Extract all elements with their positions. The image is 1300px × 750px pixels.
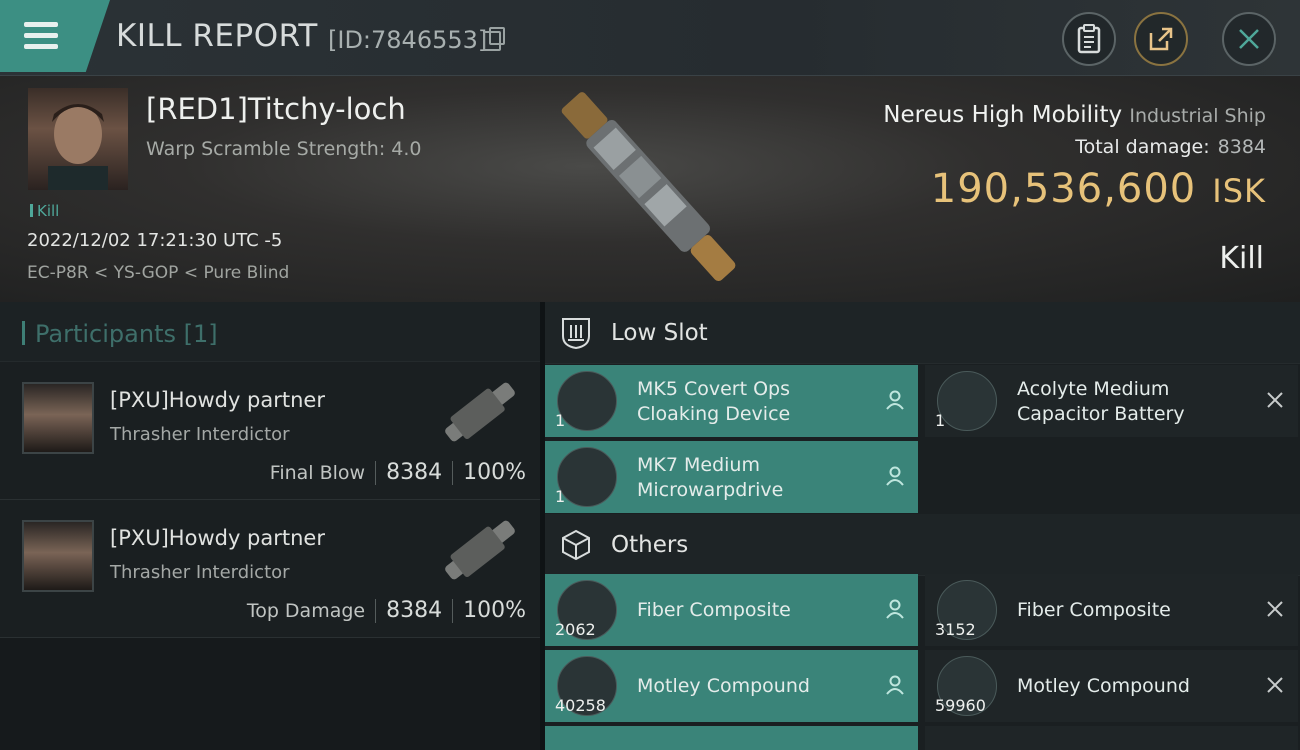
participants-count: [1]	[183, 320, 218, 348]
capacitor-battery-icon	[937, 371, 997, 431]
participant-percent: 100%	[463, 460, 526, 485]
clipboard-icon	[1077, 24, 1101, 54]
item-name: MK7 Medium Microwarpdrive	[637, 454, 784, 501]
clipboard-button[interactable]	[1062, 12, 1116, 66]
participant-role: Final Blow	[269, 461, 366, 484]
dropped-person-icon	[886, 675, 904, 695]
item-quantity: 1	[555, 411, 566, 430]
cargo-item[interactable]: 40258 Motley Compound	[545, 650, 918, 722]
participant-row[interactable]: [PXU]Howdy partner Thrasher Interdictor …	[0, 500, 540, 638]
share-icon	[1149, 27, 1173, 51]
page-title: KILL REPORT	[116, 18, 318, 54]
item-quantity: 2062	[555, 620, 596, 639]
victim-summary: [RED1]Titchy-loch Warp Scramble Strength…	[0, 76, 1300, 302]
participant-avatar[interactable]	[22, 382, 94, 454]
isk-amount: 190,536,600	[930, 166, 1197, 212]
participant-stats: Final Blow 8384 100%	[270, 460, 526, 485]
warp-scramble-strength: Warp Scramble Strength: 4.0	[146, 138, 422, 160]
participant-ship: Thrasher Interdictor	[110, 424, 290, 445]
participants-header: Participants [1]	[0, 302, 540, 362]
dropped-person-icon	[886, 390, 904, 410]
dropped-person-icon	[886, 599, 904, 619]
kill-location[interactable]: EC-P8R < YS-GOP < Pure Blind	[27, 263, 289, 283]
item-quantity: 1	[555, 487, 566, 506]
kill-tag: Kill	[30, 202, 59, 220]
destroyed-x-icon	[1267, 392, 1283, 408]
victim-avatar[interactable]	[28, 88, 128, 190]
microwarpdrive-icon	[557, 447, 617, 507]
participant-name: [PXU]Howdy partner	[110, 388, 325, 412]
cargo-item-partial[interactable]	[545, 726, 918, 750]
participant-ship-image	[445, 382, 515, 442]
kill-tag-label: Kill	[37, 202, 60, 220]
result-label: Kill	[1219, 241, 1264, 276]
ship-class: Industrial Ship	[1129, 105, 1266, 127]
item-quantity: 3152	[935, 620, 976, 639]
item-name: Fiber Composite	[1017, 599, 1171, 621]
cargo-item[interactable]: 59960 Motley Compound	[925, 650, 1298, 722]
destroyed-x-icon	[1267, 677, 1283, 693]
menu-button[interactable]	[0, 0, 110, 72]
others-header: Others	[545, 514, 1300, 576]
participant-stats: Top Damage 8384 100%	[247, 598, 526, 623]
module-item[interactable]: 1 Acolyte Medium Capacitor Battery	[925, 365, 1298, 437]
participants-panel: Participants [1] [PXU]Howdy partner Thra…	[0, 302, 540, 750]
cargo-item-partial[interactable]	[925, 726, 1298, 750]
participant-role: Top Damage	[246, 599, 366, 622]
module-item[interactable]: 1 MK7 Medium Microwarpdrive	[545, 441, 918, 513]
participant-avatar[interactable]	[22, 520, 94, 592]
share-button[interactable]	[1134, 12, 1188, 66]
ship-name-label: Nereus High Mobility	[883, 102, 1123, 128]
others-title: Others	[611, 532, 689, 558]
victim-ship-image	[561, 92, 736, 282]
item-name: MK5 Covert Ops Cloaking Device	[637, 378, 791, 425]
cube-icon	[562, 529, 590, 561]
participant-percent: 100%	[463, 598, 526, 623]
victim-name[interactable]: [RED1]Titchy-loch	[146, 92, 406, 126]
participants-title: Participants	[35, 320, 176, 348]
dropped-person-icon	[886, 466, 904, 486]
participant-name: [PXU]Howdy partner	[110, 526, 325, 550]
item-quantity: 40258	[555, 696, 606, 715]
low-slot-icon	[562, 318, 590, 350]
close-button[interactable]	[1222, 12, 1276, 66]
total-damage-value: 8384	[1217, 136, 1266, 158]
cloaking-device-icon	[557, 371, 617, 431]
participant-ship: Thrasher Interdictor	[110, 562, 290, 583]
item-quantity: 1	[935, 411, 946, 430]
item-quantity: 59960	[935, 696, 986, 715]
item-name: Motley Compound	[1017, 675, 1190, 697]
isk-value: 190,536,600 ISK	[931, 166, 1266, 212]
low-slot-header: Low Slot	[545, 302, 1300, 364]
isk-unit: ISK	[1212, 172, 1266, 210]
header-bar: KILL REPORT [ID:7846553]	[0, 0, 1300, 76]
item-name: Acolyte Medium Capacitor Battery	[1017, 378, 1185, 425]
total-damage-label: Total damage:	[1075, 136, 1210, 158]
total-damage: Total damage: 8384	[1075, 136, 1266, 158]
copy-icon[interactable]	[483, 27, 505, 51]
kill-datetime: 2022/12/02 17:21:30 UTC -5	[27, 230, 283, 251]
destroyed-x-icon	[1267, 601, 1283, 617]
participant-damage: 8384	[386, 460, 443, 485]
fitting-panel: Low Slot 1 MK5 Covert Ops Cloaking Devic…	[545, 302, 1300, 750]
participant-row[interactable]: [PXU]Howdy partner Thrasher Interdictor …	[0, 362, 540, 500]
close-icon	[1239, 29, 1259, 49]
kill-id: [ID:7846553]	[328, 26, 488, 54]
module-item[interactable]: 1 MK5 Covert Ops Cloaking Device	[545, 365, 918, 437]
cargo-item[interactable]: 2062 Fiber Composite	[545, 574, 918, 646]
item-name: Motley Compound	[637, 675, 810, 697]
item-name: Fiber Composite	[637, 599, 791, 621]
low-slot-title: Low Slot	[611, 320, 708, 346]
menu-icon	[24, 22, 58, 50]
cargo-item[interactable]: 3152 Fiber Composite	[925, 574, 1298, 646]
ship-name[interactable]: Nereus High Mobility Industrial Ship	[883, 102, 1266, 128]
participant-damage: 8384	[386, 598, 443, 623]
participant-ship-image	[445, 520, 515, 580]
